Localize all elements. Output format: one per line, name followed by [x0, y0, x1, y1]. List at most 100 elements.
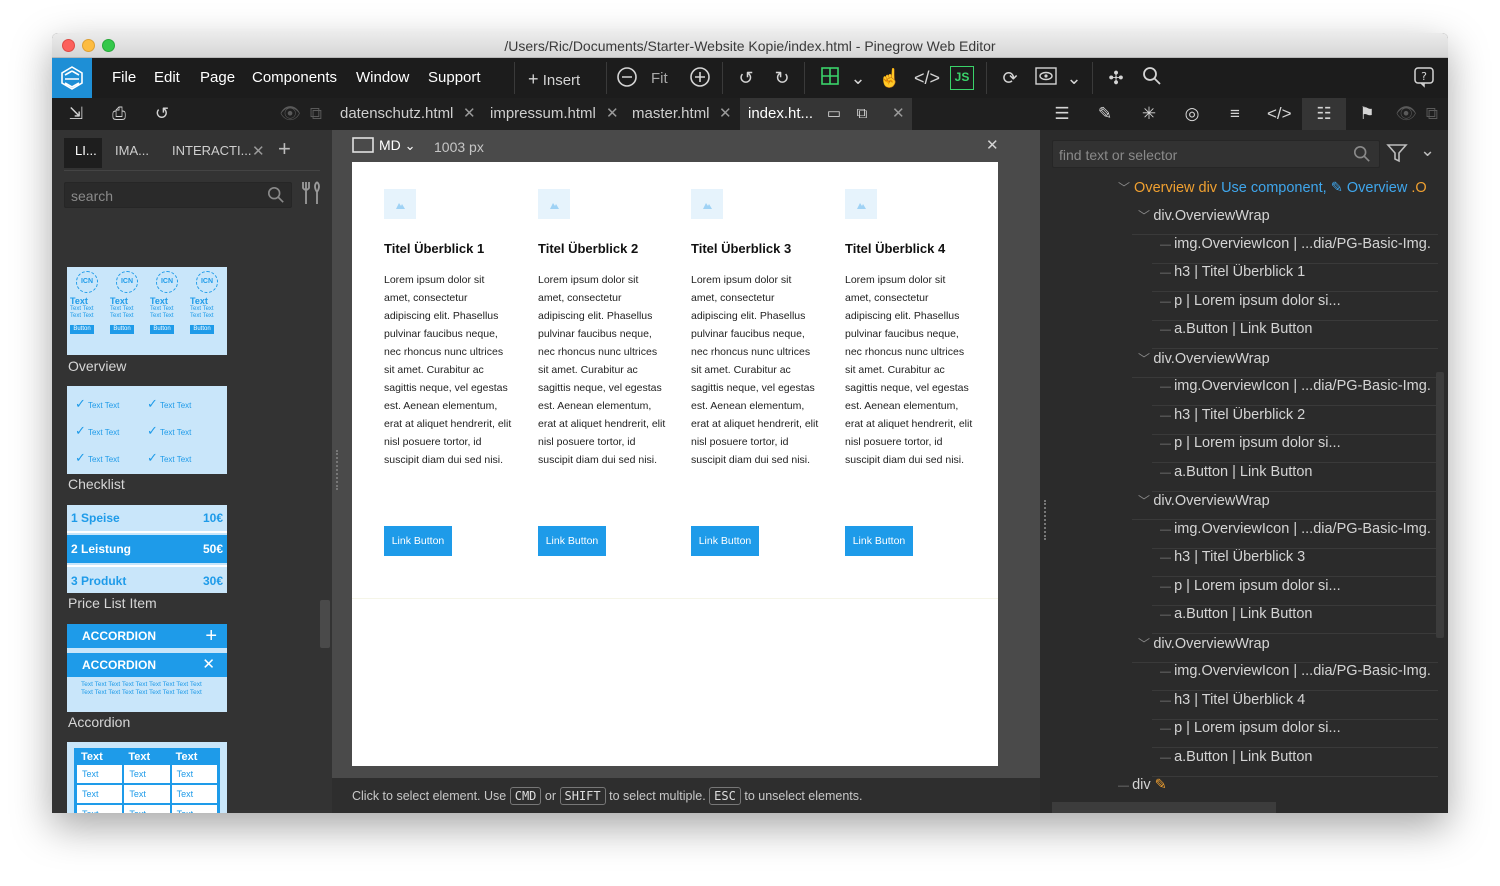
js-icon[interactable]: JS	[950, 66, 974, 90]
tree-hscrollbar[interactable]	[1052, 802, 1276, 813]
overview-column[interactable]: Titel Überblick 4 Lorem ipsum dolor sit …	[845, 189, 975, 556]
tab-datenschutz[interactable]: datenschutz.html	[340, 105, 453, 122]
brush-icon[interactable]: ✎	[1093, 102, 1117, 126]
fit-button[interactable]: Fit	[651, 70, 668, 87]
tree-node-child[interactable]: — a.Button | Link Button	[1160, 749, 1448, 777]
add-library-icon[interactable]: +	[278, 136, 291, 162]
tree-node-div[interactable]: — div ✎	[1118, 777, 1418, 805]
tree-node-child[interactable]: — p | Lorem ipsum dolor si...	[1160, 293, 1448, 321]
eye-icon[interactable]: 👁	[278, 102, 302, 126]
tree-node-child[interactable]: — h3 | Titel Überblick 3	[1160, 549, 1448, 577]
detach-icon[interactable]: ⧉	[304, 102, 328, 126]
style-rules-icon[interactable]: ≡	[1223, 102, 1247, 126]
overview-thumbnail[interactable]: ICN Text Text Text Text Text Button ICN …	[67, 267, 227, 355]
library-tab-interactions[interactable]: INTERACTI...	[172, 143, 251, 158]
tree-node-overview-wrap[interactable]: ﹀ div.OverviewWrap	[1138, 350, 1448, 378]
revert-icon[interactable]: ↺	[150, 102, 174, 126]
tab-index-active[interactable]: index.ht... ▭ ⧉ ✕	[740, 98, 912, 130]
library-item-accordion[interactable]: Accordion	[68, 714, 130, 730]
properties-icon[interactable]: ☰	[1050, 102, 1074, 126]
tree-node-child[interactable]: — img.OverviewIcon | ...dia/PG-Basic-Img…	[1160, 236, 1448, 264]
close-icon[interactable]: ✕	[252, 142, 265, 160]
accordion-thumbnail[interactable]: ACCORDION + ACCORDION ✕ Text Text Text Tex…	[67, 624, 227, 712]
preview-eye-icon[interactable]	[1034, 66, 1058, 90]
overview-column[interactable]: Titel Überblick 3 Lorem ipsum dolor sit …	[691, 189, 821, 556]
tree-node-overview-wrap[interactable]: ﹀ div.OverviewWrap	[1138, 635, 1448, 663]
resize-handle[interactable]	[1044, 500, 1046, 540]
breakpoint-select[interactable]: MD ⌄	[379, 137, 416, 154]
chevron-down-icon[interactable]: ﹀	[1118, 181, 1130, 195]
tree-node-child[interactable]: — img.OverviewIcon | ...dia/PG-Basic-Img…	[1160, 663, 1448, 691]
tree-node-overview[interactable]: ﹀ Overview div Use component, ✎ Overview…	[1118, 179, 1448, 207]
import-icon[interactable]: ⇲	[64, 102, 88, 126]
frame-icon[interactable]: ▭	[822, 102, 846, 126]
overview-column[interactable]: Titel Überblick 2 Lorem ipsum dolor sit …	[538, 189, 668, 556]
brush-icon[interactable]: ✎	[1151, 777, 1167, 793]
chevron-down-icon[interactable]: ﹀	[1138, 494, 1153, 508]
tree-node-child[interactable]: — a.Button | Link Button	[1160, 606, 1448, 634]
pencil-icon[interactable]: ✎	[1331, 180, 1343, 196]
tree-node-child[interactable]: — p | Lorem ipsum dolor si...	[1160, 435, 1448, 463]
library-scrollbar[interactable]	[320, 600, 330, 648]
refresh-icon[interactable]: ⟳	[998, 66, 1022, 90]
tree-node-overview-wrap[interactable]: ﹀ div.OverviewWrap	[1138, 207, 1448, 235]
zoom-out-icon[interactable]	[615, 66, 639, 90]
insert-button[interactable]: + Insert	[528, 69, 580, 90]
library-item-overview[interactable]: Overview	[68, 358, 126, 374]
menu-edit[interactable]: Edit	[154, 69, 180, 86]
chevron-down-icon[interactable]: ⌄	[1420, 140, 1435, 161]
library-search-input[interactable]: search	[64, 182, 292, 208]
chevron-down-icon[interactable]: ﹀	[1138, 637, 1153, 651]
menu-file[interactable]: File	[112, 69, 136, 86]
code-icon[interactable]: </>	[1267, 102, 1292, 126]
link-button[interactable]: Link Button	[691, 526, 759, 556]
filter-icon[interactable]	[1386, 142, 1408, 169]
tree-node-child[interactable]: — a.Button | Link Button	[1160, 464, 1448, 492]
undo-icon[interactable]: ↺	[734, 66, 758, 90]
search-icon[interactable]	[1140, 66, 1164, 90]
close-icon[interactable]: ✕	[463, 104, 476, 122]
tree-node-overview-wrap[interactable]: ﹀ div.OverviewWrap	[1138, 492, 1448, 520]
detach-icon[interactable]: ⧉	[1420, 102, 1444, 126]
overview-column[interactable]: Titel Überblick 1 Lorem ipsum dolor sit …	[384, 189, 514, 556]
tree-tab-active[interactable]: ☷	[1302, 98, 1346, 130]
table-thumbnail[interactable]: Text Text Text Text Text Text Text Text …	[67, 742, 227, 813]
layout-grid-icon[interactable]	[818, 66, 842, 90]
use-component-link[interactable]: Use component,	[1221, 180, 1327, 196]
palette-icon[interactable]: ◎	[1180, 102, 1204, 126]
price-list-thumbnail[interactable]: 1 Speise 10€ 2 Leistung 50€ 3 Produkt 30€	[67, 505, 227, 593]
save-icon[interactable]: ⎙	[107, 102, 131, 126]
library-item-price-list[interactable]: Price List Item	[68, 595, 157, 611]
library-tab-lib[interactable]: LI...	[75, 143, 97, 158]
resize-handle[interactable]	[336, 450, 338, 490]
close-icon[interactable]: ✕	[719, 104, 732, 122]
tree-scrollbar[interactable]	[1436, 372, 1444, 638]
tree-node-child[interactable]: — h3 | Titel Überblick 1	[1160, 264, 1448, 292]
help-icon[interactable]: ?	[1412, 66, 1436, 90]
checklist-thumbnail[interactable]: ✓ Text Text ✓ Text Text ✓ Text Text ✓ Te…	[67, 386, 227, 474]
tree-node-child[interactable]: — h3 | Titel Überblick 4	[1160, 692, 1448, 720]
plugins-icon[interactable]: ✣	[1104, 66, 1128, 90]
tools-icon[interactable]	[301, 180, 323, 211]
hand-pointer-icon[interactable]: ☝	[878, 66, 902, 90]
tree-node-child[interactable]: — h3 | Titel Überblick 2	[1160, 407, 1448, 435]
redo-icon[interactable]: ↻	[770, 66, 794, 90]
menu-window[interactable]: Window	[356, 69, 409, 86]
zoom-in-icon[interactable]	[688, 66, 712, 90]
eye-icon[interactable]: 👁	[1394, 102, 1418, 126]
menu-support[interactable]: Support	[428, 69, 481, 86]
pinegrow-logo[interactable]	[52, 58, 92, 98]
close-icon[interactable]: ✕	[892, 104, 905, 122]
tree-node-child[interactable]: — img.OverviewIcon | ...dia/PG-Basic-Img…	[1160, 378, 1448, 406]
chevron-down-icon[interactable]: ﹀	[1138, 352, 1153, 366]
interactions-icon[interactable]: ✳	[1137, 102, 1161, 126]
close-icon[interactable]: ✕	[986, 136, 999, 154]
library-item-checklist[interactable]: Checklist	[68, 476, 125, 492]
link-button[interactable]: Link Button	[538, 526, 606, 556]
device-icon[interactable]	[352, 137, 374, 158]
close-icon[interactable]: ✕	[606, 104, 619, 122]
library-tab-images[interactable]: IMA...	[115, 143, 149, 158]
tree-node-child[interactable]: — a.Button | Link Button	[1160, 321, 1448, 349]
tab-impressum[interactable]: impressum.html	[490, 105, 596, 122]
code-icon[interactable]: </>	[914, 66, 940, 90]
